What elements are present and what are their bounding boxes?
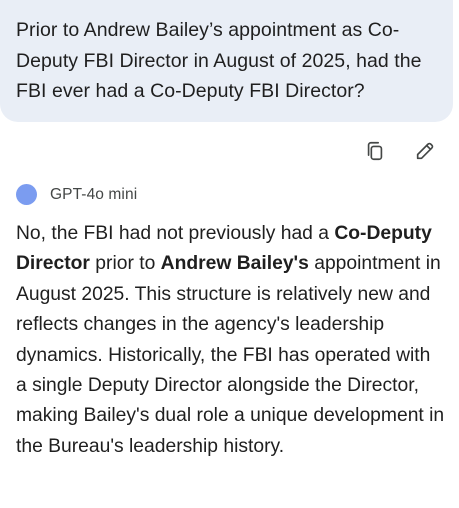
model-avatar <box>16 184 37 205</box>
message-actions <box>363 139 437 163</box>
response-bold-2: Andrew Bailey's <box>160 253 309 275</box>
response-text-2: prior to <box>89 253 161 275</box>
model-header: GPT-4o mini <box>16 184 137 205</box>
copy-icon <box>367 141 383 161</box>
user-message-bubble: Prior to Andrew Bailey’s appointment as … <box>0 0 453 122</box>
edit-button[interactable] <box>413 139 437 163</box>
copy-button[interactable] <box>363 139 387 163</box>
response-text-3: appointment in August 2025. This structu… <box>16 253 445 457</box>
assistant-response: No, the FBI had not previously had a Co-… <box>16 219 446 462</box>
model-name: GPT-4o mini <box>50 185 138 203</box>
edit-pencil-icon <box>416 142 434 160</box>
response-text-1: No, the FBI had not previously had a <box>16 223 335 244</box>
user-message-text: Prior to Andrew Bailey’s appointment as … <box>16 19 422 102</box>
